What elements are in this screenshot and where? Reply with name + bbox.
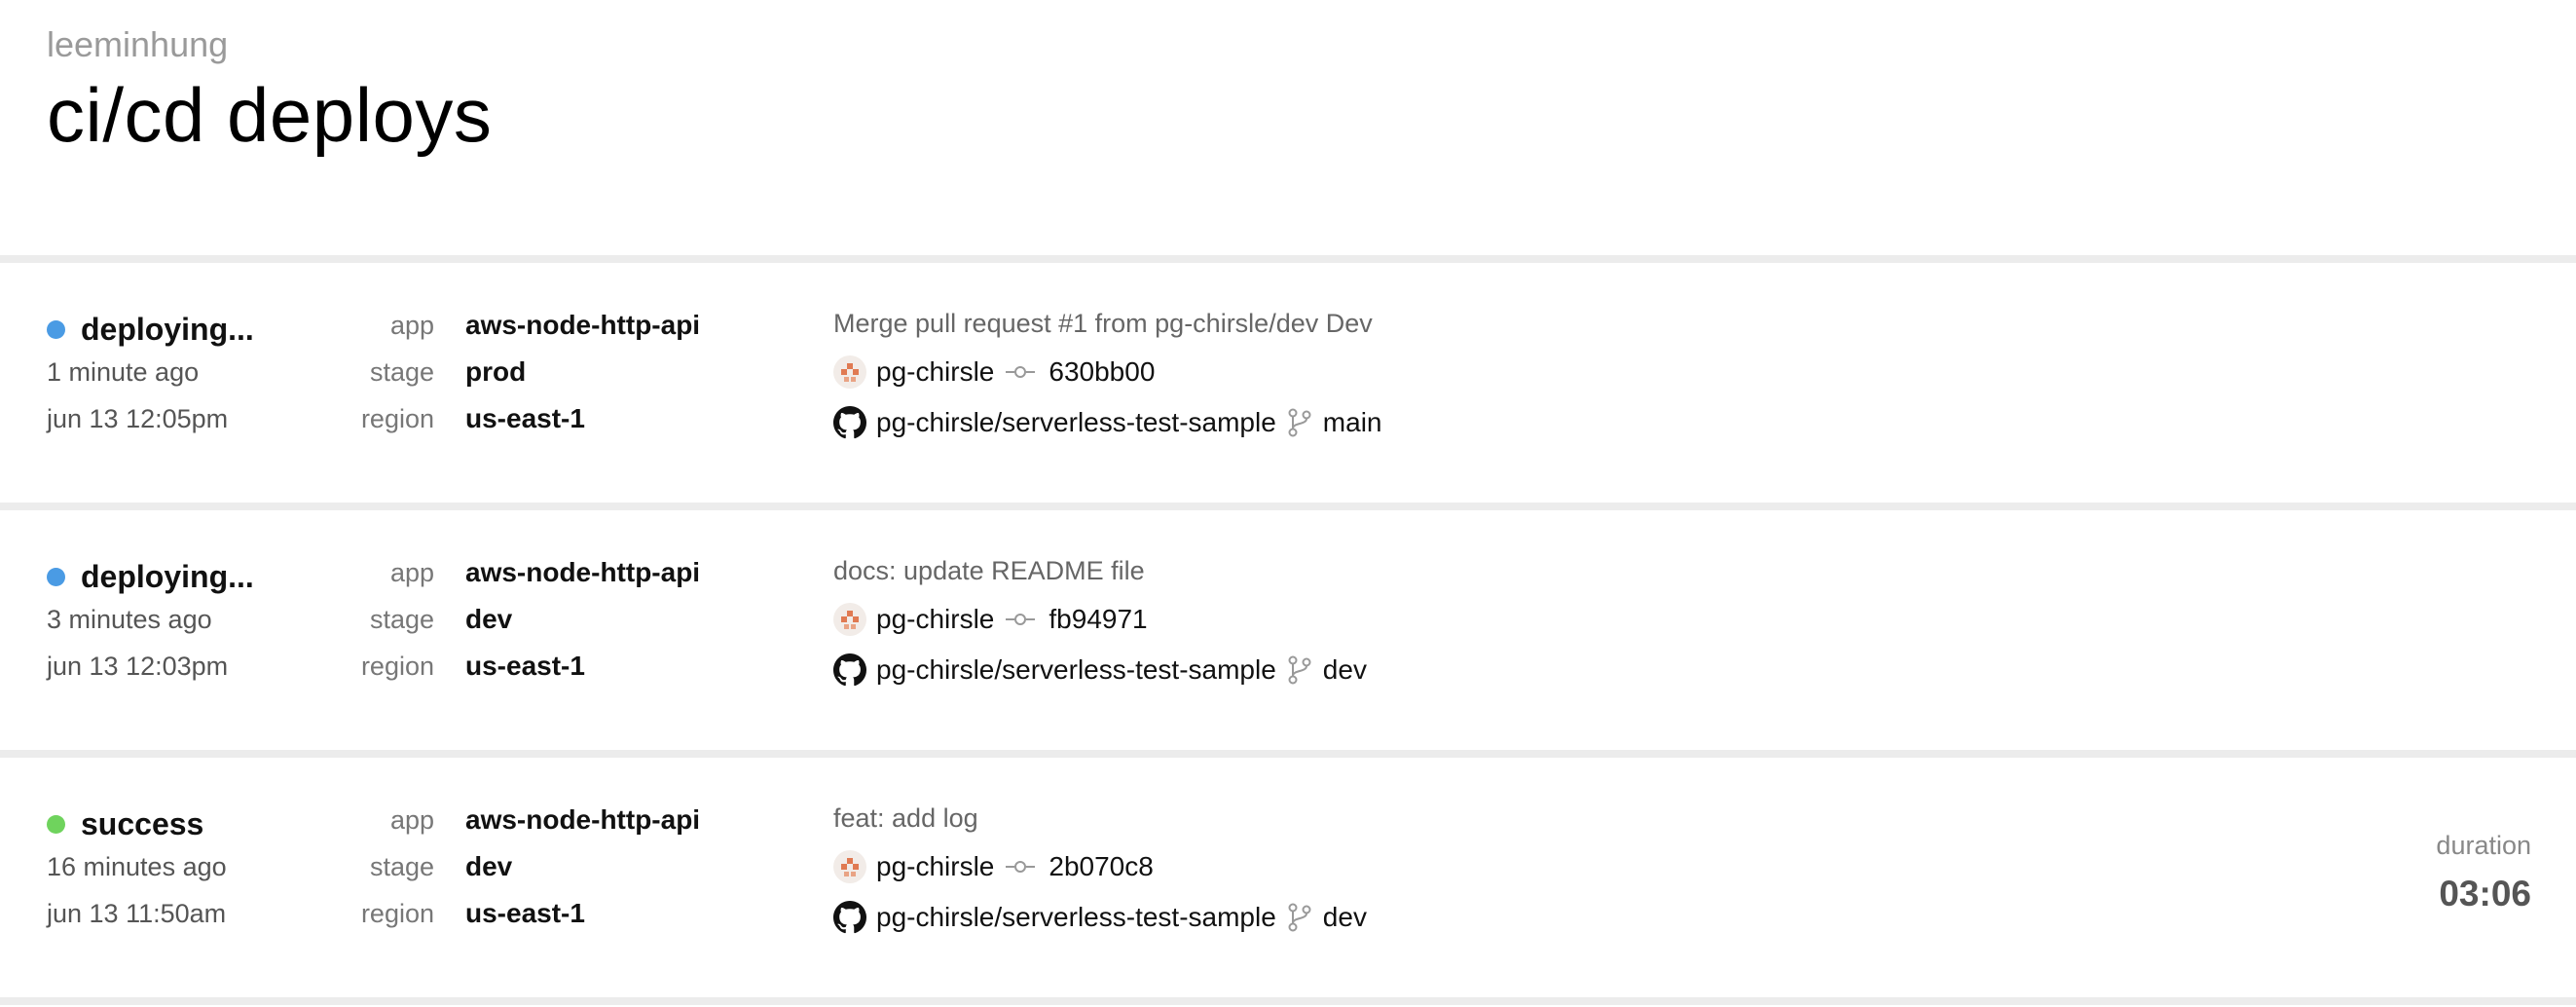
- app-value[interactable]: aws-node-http-api: [465, 308, 700, 343]
- status-label: success: [81, 806, 204, 841]
- author-name[interactable]: pg-chirsle: [876, 849, 994, 884]
- status-dot-icon: [47, 567, 65, 586]
- commit-message: Merge pull request #1 from pg-chirsle/de…: [833, 309, 1373, 338]
- deploy-status: deploying...: [47, 557, 254, 596]
- status-label: deploying...: [81, 312, 254, 347]
- github-icon: [833, 406, 866, 439]
- region-value: us-east-1: [465, 898, 585, 928]
- commit-hash[interactable]: fb94971: [1049, 602, 1147, 637]
- repo-meta: pg-chirsle/serverless-test-sample dev: [833, 653, 1367, 688]
- github-icon: [833, 653, 866, 687]
- org-name[interactable]: leeminhung: [47, 21, 492, 68]
- deploys-page: leeminhung ci/cd deploys deploying... 1 …: [0, 0, 2576, 1007]
- commit-hash[interactable]: 630bb00: [1049, 354, 1155, 390]
- author-name[interactable]: pg-chirsle: [876, 602, 994, 637]
- repo-meta: pg-chirsle/serverless-test-sample dev: [833, 900, 1367, 935]
- page-header: leeminhung ci/cd deploys: [47, 21, 492, 162]
- repo-name[interactable]: pg-chirsle/serverless-test-sample: [876, 653, 1276, 688]
- stage-label: stage: [369, 605, 434, 634]
- deploy-age: 16 minutes ago: [47, 852, 227, 881]
- deploy-status: success: [47, 804, 203, 843]
- stage-value: dev: [465, 604, 513, 634]
- app-label: app: [389, 311, 434, 340]
- deploy-row[interactable]: deploying... 1 minute ago jun 13 12:05pm…: [0, 263, 2576, 503]
- git-branch-icon: [1288, 408, 1311, 437]
- stage-value: dev: [465, 851, 513, 881]
- divider: [0, 997, 2576, 1005]
- deploy-age: 3 minutes ago: [47, 605, 212, 634]
- git-commit-icon: [1006, 364, 1036, 380]
- commit-message: feat: add log: [833, 803, 978, 833]
- avatar-icon: [833, 850, 866, 883]
- commit-meta: pg-chirsle fb94971: [833, 602, 1148, 637]
- status-label: deploying...: [81, 559, 254, 594]
- region-label: region: [360, 652, 434, 681]
- github-icon: [833, 901, 866, 934]
- commit-message: docs: update README file: [833, 556, 1145, 585]
- git-branch-icon: [1288, 903, 1311, 932]
- branch-name[interactable]: main: [1323, 405, 1382, 440]
- avatar-icon: [833, 603, 866, 636]
- region-value: us-east-1: [465, 403, 585, 433]
- deploy-status: deploying...: [47, 310, 254, 349]
- commit-meta: pg-chirsle 630bb00: [833, 354, 1155, 390]
- status-dot-icon: [47, 814, 65, 834]
- deploy-row[interactable]: deploying... 3 minutes ago jun 13 12:03p…: [0, 510, 2576, 750]
- region-label: region: [360, 404, 434, 433]
- duration-label: duration: [2436, 831, 2531, 860]
- stage-value: prod: [465, 356, 527, 387]
- divider: [0, 503, 2576, 510]
- stage-label: stage: [369, 357, 434, 387]
- repo-meta: pg-chirsle/serverless-test-sample main: [833, 405, 1382, 440]
- duration-value: 03:06: [2439, 874, 2531, 914]
- app-label: app: [389, 805, 434, 835]
- git-branch-icon: [1288, 655, 1311, 685]
- git-commit-icon: [1006, 859, 1036, 875]
- commit-meta: pg-chirsle 2b070c8: [833, 849, 1154, 884]
- status-dot-icon: [47, 319, 65, 339]
- deploy-timestamp: jun 13 11:50am: [47, 899, 227, 928]
- deploy-timestamp: jun 13 12:05pm: [47, 404, 229, 433]
- deploy-row[interactable]: success 16 minutes ago jun 13 11:50am ap…: [0, 758, 2576, 997]
- region-label: region: [360, 899, 434, 928]
- branch-name[interactable]: dev: [1323, 900, 1367, 935]
- branch-name[interactable]: dev: [1323, 653, 1367, 688]
- region-value: us-east-1: [465, 651, 585, 681]
- repo-name[interactable]: pg-chirsle/serverless-test-sample: [876, 900, 1276, 935]
- repo-name[interactable]: pg-chirsle/serverless-test-sample: [876, 405, 1276, 440]
- divider: [0, 750, 2576, 758]
- app-value[interactable]: aws-node-http-api: [465, 555, 700, 590]
- app-value[interactable]: aws-node-http-api: [465, 802, 700, 838]
- divider: [0, 255, 2576, 263]
- deploy-timestamp: jun 13 12:03pm: [47, 652, 229, 681]
- author-name[interactable]: pg-chirsle: [876, 354, 994, 390]
- stage-label: stage: [369, 852, 434, 881]
- app-label: app: [389, 558, 434, 587]
- git-commit-icon: [1006, 612, 1036, 627]
- page-title: ci/cd deploys: [47, 72, 493, 158]
- deploy-age: 1 minute ago: [47, 357, 200, 387]
- commit-hash[interactable]: 2b070c8: [1049, 849, 1153, 884]
- avatar-icon: [833, 355, 866, 389]
